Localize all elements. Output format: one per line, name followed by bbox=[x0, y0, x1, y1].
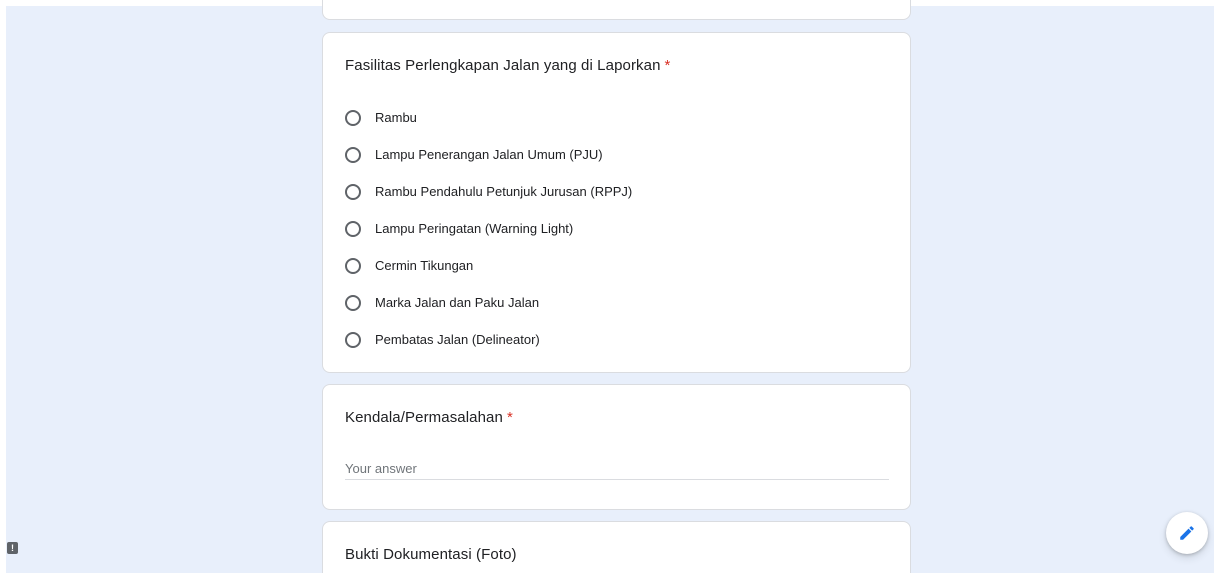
radio-option-rppj[interactable]: Rambu Pendahulu Petunjuk Jurusan (RPPJ) bbox=[345, 173, 632, 210]
kendala-answer-input[interactable] bbox=[345, 458, 889, 480]
kendala-question-card: Kendala/Permasalahan * bbox=[322, 384, 911, 510]
facilities-question-card: Fasilitas Perlengkapan Jalan yang di Lap… bbox=[322, 32, 911, 373]
radio-button[interactable] bbox=[345, 183, 361, 200]
radio-button[interactable] bbox=[345, 146, 361, 163]
required-asterisk: * bbox=[506, 409, 513, 426]
radio-button[interactable] bbox=[345, 331, 361, 348]
facilities-question-text: Fasilitas Perlengkapan Jalan yang di Lap… bbox=[345, 57, 661, 74]
option-label: Rambu bbox=[375, 110, 417, 125]
facilities-options: Rambu Lampu Penerangan Jalan Umum (PJU) … bbox=[345, 99, 632, 358]
option-label: Lampu Peringatan (Warning Light) bbox=[375, 221, 574, 236]
bukti-question-card: Bukti Dokumentasi (Foto) bbox=[322, 521, 911, 573]
radio-button[interactable] bbox=[345, 294, 361, 311]
pencil-icon bbox=[1180, 526, 1194, 540]
radio-option-marka-jalan[interactable]: Marka Jalan dan Paku Jalan bbox=[345, 284, 632, 321]
radio-button[interactable] bbox=[345, 220, 361, 237]
radio-option-pembatas-jalan[interactable]: Pembatas Jalan (Delineator) bbox=[345, 321, 632, 358]
option-label: Pembatas Jalan (Delineator) bbox=[375, 332, 540, 347]
radio-button[interactable] bbox=[345, 257, 361, 274]
bukti-question-text: Bukti Dokumentasi (Foto) bbox=[345, 546, 517, 563]
facilities-question-title: Fasilitas Perlengkapan Jalan yang di Lap… bbox=[345, 57, 670, 74]
radio-option-rambu[interactable]: Rambu bbox=[345, 99, 632, 136]
option-label: Lampu Penerangan Jalan Umum (PJU) bbox=[375, 147, 603, 162]
kendala-question-title: Kendala/Permasalahan * bbox=[345, 409, 513, 426]
required-asterisk: * bbox=[664, 57, 671, 74]
previous-question-card bbox=[322, 0, 911, 20]
exclamation-icon: ! bbox=[11, 543, 14, 553]
report-button[interactable]: ! bbox=[7, 542, 18, 554]
option-label: Marka Jalan dan Paku Jalan bbox=[375, 295, 540, 310]
bukti-question-title: Bukti Dokumentasi (Foto) bbox=[345, 546, 517, 563]
radio-option-cermin-tikungan[interactable]: Cermin Tikungan bbox=[345, 247, 632, 284]
kendala-question-text: Kendala/Permasalahan bbox=[345, 409, 503, 426]
radio-option-warning-light[interactable]: Lampu Peringatan (Warning Light) bbox=[345, 210, 632, 247]
radio-button[interactable] bbox=[345, 109, 361, 126]
page: Fasilitas Perlengkapan Jalan yang di Lap… bbox=[0, 0, 1214, 573]
option-label: Cermin Tikungan bbox=[375, 258, 474, 273]
form-background: Fasilitas Perlengkapan Jalan yang di Lap… bbox=[6, 0, 1214, 573]
option-label: Rambu Pendahulu Petunjuk Jurusan (RPPJ) bbox=[375, 184, 633, 199]
radio-option-pju[interactable]: Lampu Penerangan Jalan Umum (PJU) bbox=[345, 136, 632, 173]
edit-button[interactable] bbox=[1166, 512, 1208, 554]
